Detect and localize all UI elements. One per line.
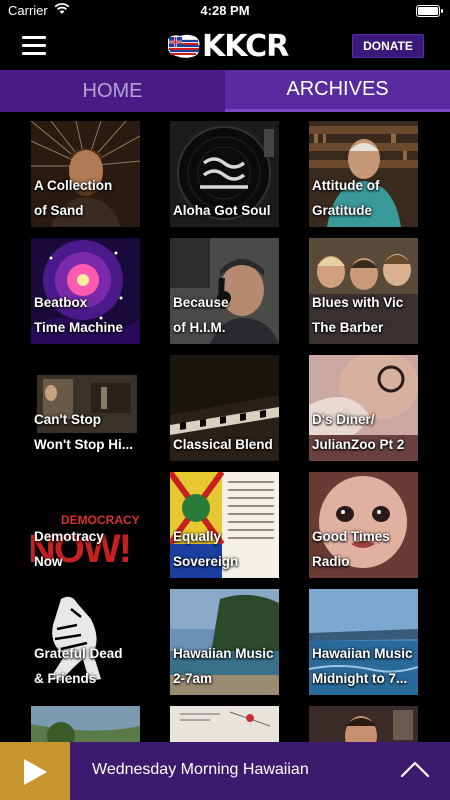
play-button[interactable] <box>0 742 70 800</box>
archive-tile[interactable] <box>170 706 279 742</box>
show-title: Equally Sovereign <box>173 524 277 574</box>
show-title-line1: Grateful Dead <box>34 646 123 661</box>
show-title-line2: The Barber <box>312 320 384 335</box>
archive-tile[interactable]: Grateful Dead & Friends <box>31 589 140 695</box>
archive-tile[interactable]: Hawaiian Music Midnight to 7... <box>309 589 418 695</box>
show-title-line1: Can't Stop <box>34 412 101 427</box>
show-title-line2: Classical Blend <box>173 437 273 452</box>
show-title-line2: Sovereign <box>173 554 239 569</box>
archive-tile[interactable]: Hawaiian Music 2-7am <box>170 589 279 695</box>
show-title: Blues with Vic The Barber <box>312 290 416 340</box>
now-playing-title[interactable]: Wednesday Morning Hawaiian <box>92 761 309 779</box>
battery-level <box>418 7 438 15</box>
hamburger-menu-icon[interactable] <box>22 36 46 56</box>
show-title-line2: Time Machine <box>34 320 124 335</box>
archive-tile[interactable]: Because of H.I.M. <box>170 238 279 344</box>
show-title-line2: & Friends <box>34 671 97 686</box>
archive-tile[interactable] <box>309 706 418 742</box>
show-title-line1: Blues with Vic <box>312 295 404 310</box>
show-title-line1: D's Diner/ <box>312 412 375 427</box>
archive-tile[interactable]: DEMOCRACY NOW! Demotracy Now <box>31 472 140 578</box>
battery-icon <box>416 5 443 17</box>
show-title-line2: of Sand <box>34 203 84 218</box>
show-title-line1: A Collection <box>34 178 113 193</box>
show-title-line2: Won't Stop Hi... <box>34 437 133 452</box>
show-artwork <box>31 706 140 742</box>
archive-tile[interactable]: Can't Stop Won't Stop Hi... <box>31 355 140 461</box>
show-title: Good Times Radio <box>312 524 416 574</box>
show-title: Can't Stop Won't Stop Hi... <box>34 407 138 457</box>
show-title: Because of H.I.M. <box>173 290 277 340</box>
show-title-line1: Because <box>173 295 229 310</box>
show-title-line1: Equally <box>173 529 222 544</box>
mini-player: Wednesday Morning Hawaiian <box>0 742 450 800</box>
tab-archives[interactable]: ARCHIVES <box>225 70 450 112</box>
hawaii-flag-icon <box>168 34 200 58</box>
show-title: D's Diner/ JulianZoo Pt 2 <box>312 407 416 457</box>
archive-tile[interactable]: Classical Blend <box>170 355 279 461</box>
show-title-line1: Attitude of <box>312 178 380 193</box>
kkcr-logo: KKCR <box>166 28 289 64</box>
show-title: Hawaiian Music Midnight to 7... <box>312 641 416 691</box>
show-title-line1: Demotracy <box>34 529 104 544</box>
clock: 4:28 PM <box>200 3 250 18</box>
archive-tile[interactable]: Attitude of Gratitude <box>309 121 418 227</box>
show-artwork <box>170 706 279 742</box>
show-title: Classical Blend <box>173 432 277 457</box>
chevron-up-icon[interactable] <box>400 758 430 784</box>
play-icon <box>24 759 47 785</box>
show-title-line1: Hawaiian Music <box>173 646 274 661</box>
show-title-line2: JulianZoo Pt 2 <box>312 437 405 452</box>
show-title-line2: Aloha Got Soul <box>173 203 271 218</box>
show-title: Hawaiian Music 2-7am <box>173 641 277 691</box>
show-title: Demotracy Now <box>34 524 138 574</box>
show-title-line1: Beatbox <box>34 295 88 310</box>
archive-tile[interactable]: A Collection of Sand <box>31 121 140 227</box>
status-bar: Carrier 4:28 PM <box>0 0 450 22</box>
archive-tile[interactable]: D's Diner/ JulianZoo Pt 2 <box>309 355 418 461</box>
show-title-line2: Radio <box>312 554 350 569</box>
archive-tile[interactable]: Aloha Got Soul <box>170 121 279 227</box>
show-title: Beatbox Time Machine <box>34 290 138 340</box>
logo-text: KKCR <box>202 28 289 64</box>
archive-tile[interactable] <box>31 706 140 742</box>
show-title: A Collection of Sand <box>34 173 138 223</box>
tab-home[interactable]: HOME <box>0 70 225 112</box>
show-artwork <box>309 706 418 742</box>
archive-tile[interactable]: Equally Sovereign <box>170 472 279 578</box>
show-title: Grateful Dead & Friends <box>34 641 138 691</box>
donate-button[interactable]: DONATE <box>352 34 424 58</box>
archive-tile[interactable]: Good Times Radio <box>309 472 418 578</box>
show-title-line2: Gratitude <box>312 203 373 218</box>
tab-bar: HOME ARCHIVES <box>0 70 450 112</box>
archive-tile[interactable]: Blues with Vic The Barber <box>309 238 418 344</box>
show-title: Attitude of Gratitude <box>312 173 416 223</box>
archives-grid: A Collection of Sand Aloha Got Soul Atti… <box>0 112 450 742</box>
show-title: Aloha Got Soul <box>173 198 277 223</box>
show-title-line1: Hawaiian Music <box>312 646 413 661</box>
show-title-line2: of H.I.M. <box>173 320 226 335</box>
app-header: KKCR DONATE <box>0 22 450 70</box>
show-title-line2: Now <box>34 554 63 569</box>
show-title-line1: Good Times <box>312 529 390 544</box>
archive-tile[interactable]: Beatbox Time Machine <box>31 238 140 344</box>
show-title-line2: 2-7am <box>173 671 213 686</box>
show-title-line2: Midnight to 7... <box>312 671 408 686</box>
